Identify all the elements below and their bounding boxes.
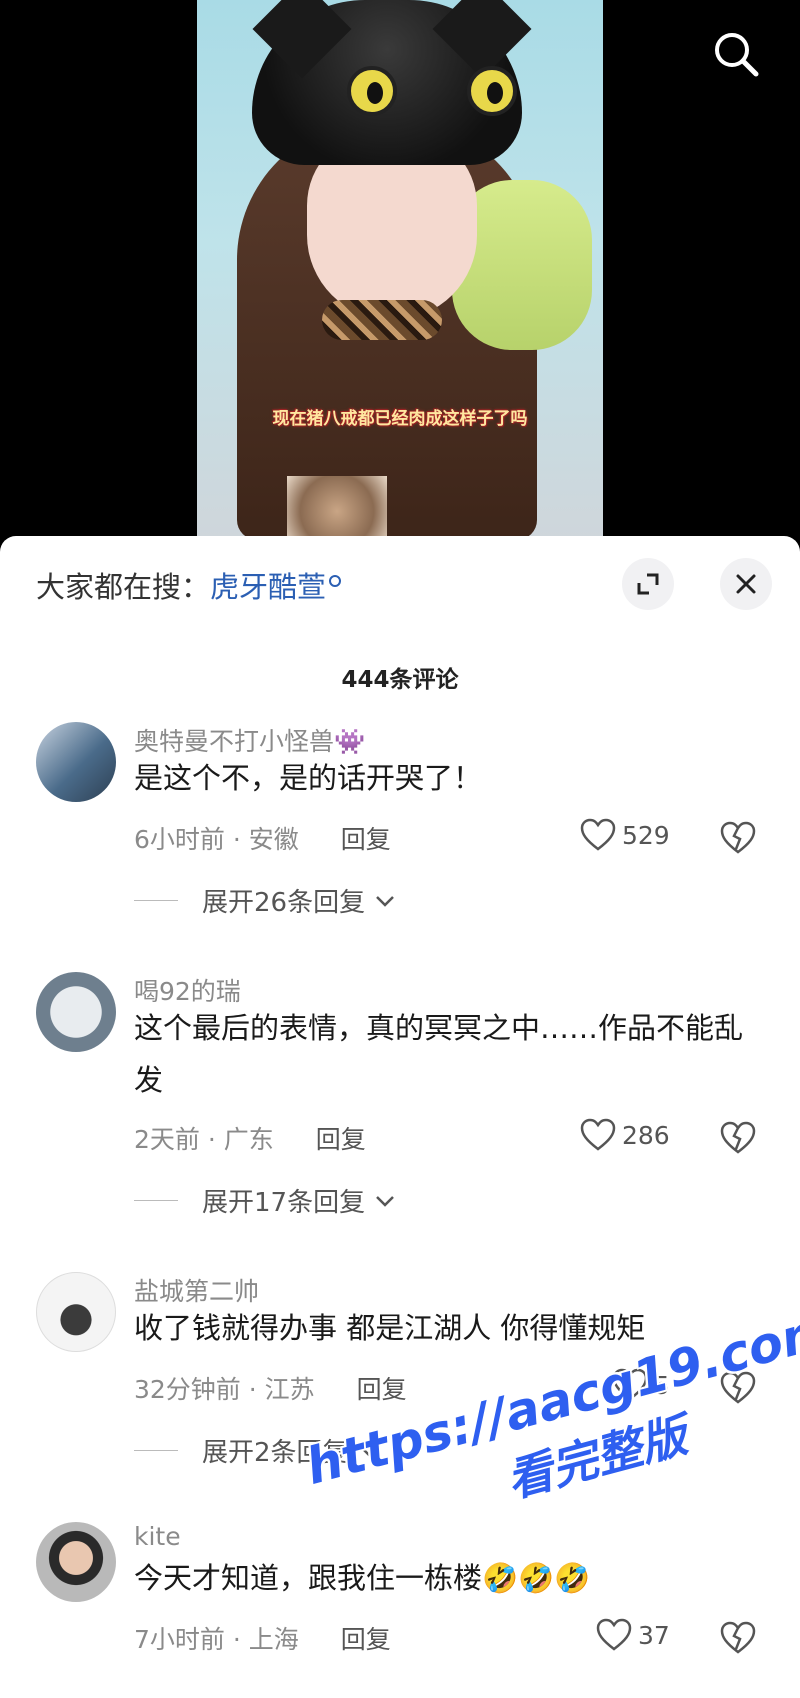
comment-meta: 6小时前 · 安徽 回复 — [134, 820, 391, 856]
broken-heart-icon[interactable] — [720, 820, 756, 856]
sheet-header: 大家都在搜：虎牙酷萱 — [0, 536, 800, 628]
reply-button[interactable]: 回复 — [357, 1375, 407, 1404]
avatar[interactable] — [36, 1272, 116, 1352]
avatar[interactable] — [36, 722, 116, 802]
search-button[interactable] — [708, 26, 764, 82]
cat-thumbnail — [287, 476, 387, 540]
close-sheet-button[interactable] — [720, 558, 772, 610]
divider-line — [134, 1450, 178, 1451]
like-count: 529 — [622, 820, 670, 850]
expand-sheet-button[interactable] — [622, 558, 674, 610]
expand-replies-button[interactable]: 展开26条回复 — [134, 882, 395, 919]
broken-heart-icon[interactable] — [720, 1620, 756, 1656]
broken-heart-icon[interactable] — [720, 1120, 756, 1156]
trending-search-hint[interactable]: 大家都在搜：虎牙酷萱 — [36, 564, 342, 606]
chevron-down-icon — [376, 895, 394, 907]
comment-meta: 7小时前 · 上海 回复 — [134, 1620, 391, 1656]
trending-search-keyword[interactable]: 虎牙酷萱 — [210, 570, 326, 604]
comment-meta: 32分钟前 · 江苏 回复 — [134, 1370, 407, 1406]
comment-time-location: 32分钟前 · 江苏 — [134, 1375, 315, 1404]
comment-text: 这个最后的表情，真的冥冥之中……作品不能乱发 — [134, 1011, 744, 1097]
video-necklace — [322, 300, 442, 340]
expand-replies-button[interactable]: 展开17条回复 — [134, 1182, 395, 1219]
expand-replies-label: 展开26条回复 — [202, 888, 366, 918]
divider-line — [134, 900, 178, 901]
video-frame[interactable]: 现在猪八戒都已经肉成这样子了吗 — [197, 0, 603, 540]
like-button[interactable]: 286 — [580, 1118, 670, 1152]
like-count: 286 — [622, 1120, 670, 1150]
heart-icon — [580, 1118, 616, 1151]
expand-replies-label: 展开17条回复 — [202, 1188, 366, 1218]
comment-meta: 2天前 · 广东 回复 — [134, 1120, 366, 1156]
comment-username[interactable]: kite — [134, 1522, 181, 1551]
search-icon — [715, 33, 759, 77]
avatar[interactable] — [36, 972, 116, 1052]
chevron-down-icon — [376, 1195, 394, 1207]
reply-button[interactable]: 回复 — [341, 1625, 391, 1654]
like-count: 37 — [638, 1620, 670, 1650]
reply-button[interactable]: 回复 — [341, 825, 391, 854]
mini-search-icon — [329, 575, 342, 587]
video-player[interactable]: 现在猪八戒都已经肉成这样子了吗 — [0, 0, 800, 540]
comment-time-location: 2天前 · 广东 — [134, 1125, 274, 1154]
divider-line — [134, 1200, 178, 1201]
cat-hat-eye-left — [347, 66, 397, 116]
close-icon — [736, 574, 756, 594]
cat-hat-eye-right — [467, 66, 517, 116]
comment-time-location: 6小时前 · 安徽 — [134, 825, 299, 854]
comment-text: 今天才知道，跟我住一栋楼🤣🤣🤣 — [134, 1561, 591, 1595]
like-button[interactable]: 529 — [580, 818, 670, 852]
comment-time-location: 7小时前 · 上海 — [134, 1625, 299, 1654]
reply-button[interactable]: 回复 — [316, 1125, 366, 1154]
heart-icon — [596, 1618, 632, 1651]
expand-icon — [637, 573, 659, 595]
like-button[interactable]: 37 — [596, 1618, 670, 1652]
avatar[interactable] — [36, 1522, 116, 1602]
video-caption: 现在猪八戒都已经肉成这样子了吗 — [272, 409, 528, 429]
trending-search-prefix: 大家都在搜： — [36, 570, 211, 604]
comment-text: 是这个不，是的话开哭了！ — [134, 761, 483, 795]
heart-icon — [580, 818, 616, 851]
comment-count-title: 444条评论 — [341, 667, 459, 693]
